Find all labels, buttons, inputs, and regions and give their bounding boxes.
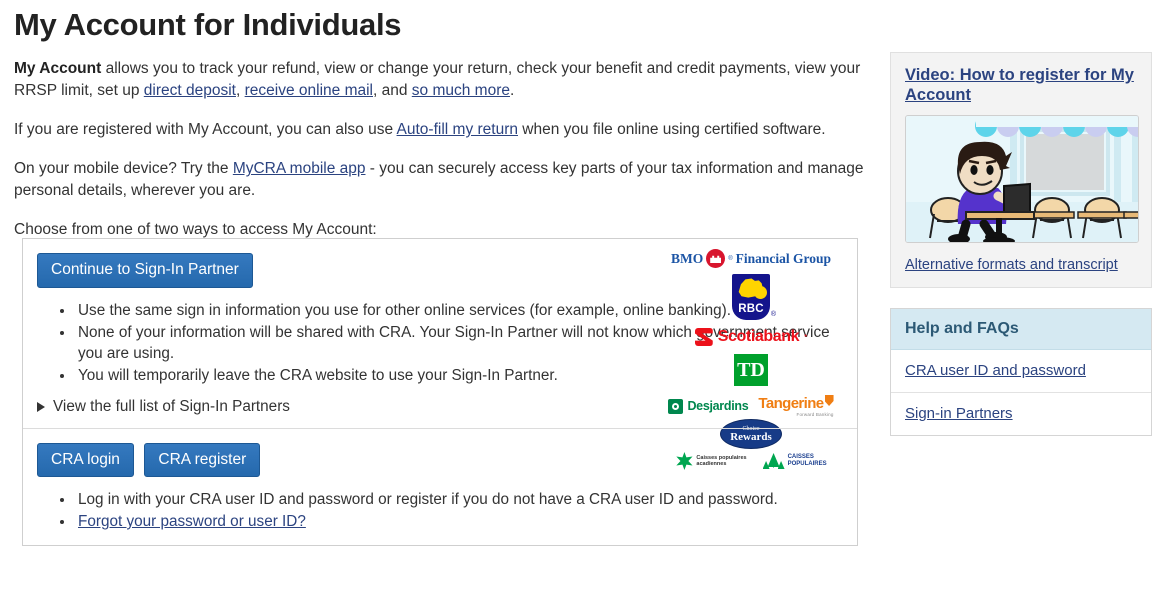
page-root: My Account for Individuals My Account al…	[0, 0, 1165, 605]
intro-p1-text-c: , and	[373, 82, 412, 100]
intro-paragraph-2: If you are registered with My Account, y…	[14, 119, 872, 141]
intro-p2-text-a: If you are registered with My Account, y…	[14, 121, 397, 139]
desjardins-wordmark-label: Desjardins	[687, 399, 749, 413]
sign-in-partners-link[interactable]: Sign-in Partners	[905, 405, 1013, 422]
intro-p1-text-b: ,	[236, 82, 245, 100]
cra-register-button[interactable]: CRA register	[144, 442, 261, 477]
view-full-list-label: View the full list of Sign-In Partners	[53, 397, 290, 415]
list-item: Forgot your password or user ID?	[75, 511, 843, 532]
video-register-link[interactable]: Video: How to register for My Account	[905, 65, 1137, 105]
cra-login-button[interactable]: CRA login	[37, 442, 134, 477]
cra-login-section: CRA login CRA register Log in with your …	[23, 427, 857, 546]
intro-p1-text-d: .	[509, 82, 515, 100]
scotiabank-wordmark-label: Scotiabank	[717, 328, 800, 345]
bmo-registered-mark: ®	[728, 255, 733, 262]
intro-paragraph-3: On your mobile device? Try the MyCRA mob…	[14, 158, 872, 202]
cra-login-bullet-list: Log in with your CRA user ID and passwor…	[37, 489, 843, 532]
intro-p2-text-b: when you file online using certified sof…	[518, 121, 826, 139]
rbc-shield-icon: RBC	[732, 274, 770, 320]
so-much-more-link[interactable]: so much more	[412, 82, 510, 99]
intro-p3-text-a: On your mobile device? Try the	[14, 160, 233, 178]
right-sidebar: Video: How to register for My Account Al…	[890, 52, 1152, 436]
scotiabank-logo: Scotiabank *	[661, 328, 841, 346]
rbc-wordmark-label: RBC	[738, 303, 764, 315]
rbc-logo: RBC ®	[728, 274, 776, 320]
my-account-bold-label: My Account	[14, 60, 102, 78]
tangerine-tagline-label: Forward Banking	[796, 412, 834, 417]
list-item: Log in with your CRA user ID and passwor…	[75, 489, 843, 510]
receive-online-mail-link[interactable]: receive online mail	[245, 82, 373, 99]
help-faqs-title: Help and FAQs	[891, 309, 1151, 350]
video-panel: Video: How to register for My Account Al…	[890, 52, 1152, 288]
intro-paragraph-1: My Account allows you to track your refu…	[14, 58, 872, 102]
help-faqs-panel: Help and FAQs CRA user ID and password S…	[890, 308, 1152, 436]
direct-deposit-link[interactable]: direct deposit	[144, 82, 236, 99]
bmo-financial-group-label: Financial Group	[735, 250, 832, 266]
td-wordmark-label: TD	[737, 359, 765, 381]
rbc-registered-mark: ®	[770, 311, 776, 318]
main-content-column: My Account for Individuals My Account al…	[14, 0, 872, 258]
bmo-logo: BMO ® Financial Group	[661, 249, 841, 268]
forgot-password-link[interactable]: Forgot your password or user ID?	[78, 513, 306, 530]
sign-in-partner-section: Continue to Sign-In Partner Use the same…	[23, 239, 857, 470]
auto-fill-my-return-link[interactable]: Auto-fill my return	[397, 121, 518, 138]
help-item-sign-in-partners[interactable]: Sign-in Partners	[891, 393, 1151, 435]
alternative-formats-link[interactable]: Alternative formats and transcript	[905, 257, 1137, 273]
cafe-illustration-icon	[906, 116, 1138, 242]
help-item-cra-user-id[interactable]: CRA user ID and password	[891, 350, 1151, 393]
rbc-globe-icon	[754, 286, 767, 299]
video-thumbnail[interactable]	[905, 115, 1139, 243]
tangerine-wordmark-label: Tangerine	[758, 395, 824, 412]
access-methods-box: Continue to Sign-In Partner Use the same…	[22, 238, 858, 546]
mycra-mobile-app-link[interactable]: MyCRA mobile app	[233, 160, 366, 177]
tangerine-logo: Tangerine Forward Banking	[758, 395, 834, 417]
cra-user-id-password-link[interactable]: CRA user ID and password	[905, 362, 1086, 379]
continue-to-sign-in-partner-button[interactable]: Continue to Sign-In Partner	[37, 253, 253, 288]
desjardins-logo: Desjardins	[668, 398, 749, 414]
td-logo: TD	[734, 354, 768, 386]
page-title: My Account for Individuals	[14, 7, 402, 42]
desjardins-mark-icon	[668, 398, 684, 414]
scotiabank-registered-mark: *	[804, 332, 808, 342]
tangerine-flag-icon	[824, 395, 834, 406]
bmo-wordmark-label: BMO	[670, 250, 704, 266]
desjardins-tangerine-row: Desjardins Tangerine Forward Banking	[661, 395, 841, 417]
scotiabank-mark-icon	[694, 328, 713, 346]
chevron-right-icon	[37, 401, 45, 412]
bmo-roundel-icon	[706, 249, 726, 268]
